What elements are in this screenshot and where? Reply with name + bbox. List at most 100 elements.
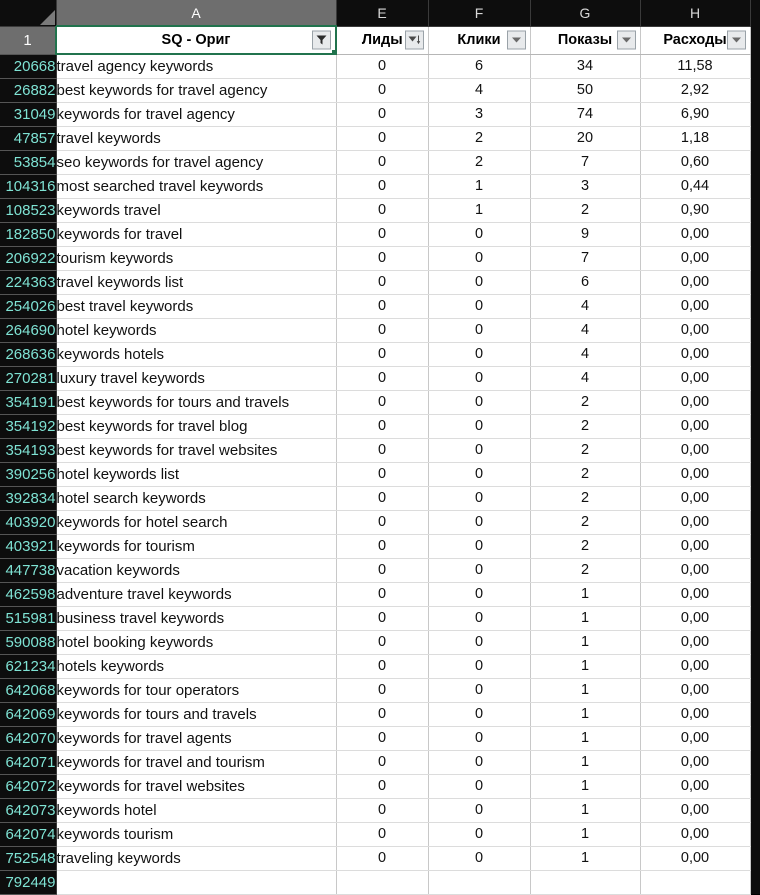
cell-e[interactable] [336,870,429,895]
cell-f[interactable]: 2 [428,150,531,175]
row-header[interactable]: 53854 [0,150,57,175]
table-row[interactable]: 462598 adventure travel keywords 0 0 1 0,00 [0,582,760,607]
cell-f[interactable]: 0 [428,846,531,871]
cell-h[interactable]: 0,00 [640,414,751,439]
cell-e[interactable]: 0 [336,366,429,391]
cell-a[interactable]: keywords for travel websites [56,774,337,799]
chevron-down-icon[interactable] [506,30,526,50]
cell-a[interactable]: tourism keywords [56,246,337,271]
table-row[interactable]: 254026 best travel keywords 0 0 4 0,00 [0,294,760,319]
table-row[interactable]: 26882 best keywords for travel agency 0 4 50… [0,78,760,103]
select-all-corner[interactable] [0,0,57,27]
cell-f[interactable]: 0 [428,318,531,343]
cell-f[interactable]: 0 [428,822,531,847]
cell-e[interactable]: 0 [336,726,429,751]
row-header[interactable]: 108523 [0,198,57,223]
row-header[interactable]: 354192 [0,414,57,439]
row-header[interactable]: 590088 [0,630,57,655]
cell-f[interactable]: 0 [428,414,531,439]
cell-f[interactable]: 3 [428,102,531,127]
cell-h[interactable]: 0,00 [640,294,751,319]
table-row[interactable]: 752548 traveling keywords 0 0 1 0,00 [0,846,760,871]
cell-e[interactable]: 0 [336,150,429,175]
cell-e[interactable]: 0 [336,246,429,271]
cell-a[interactable]: hotel booking keywords [56,630,337,655]
cell-e[interactable]: 0 [336,198,429,223]
cell-e[interactable]: 0 [336,78,429,103]
cell-e[interactable]: 0 [336,390,429,415]
cell-h[interactable]: 0,00 [640,462,751,487]
table-row[interactable]: 47857 travel keywords 0 2 20 1,18 [0,126,760,151]
chevron-down-icon[interactable] [726,30,746,50]
cell-h[interactable]: 0,00 [640,342,751,367]
table-row[interactable]: 390256 hotel keywords list 0 0 2 0,00 [0,462,760,487]
header-cell-h[interactable]: Расходы [640,26,751,55]
table-row[interactable]: 403920 keywords for hotel search 0 0 2 0,00 [0,510,760,535]
row-header[interactable]: 224363 [0,270,57,295]
cell-g[interactable]: 20 [530,126,641,151]
column-header-e[interactable]: E [336,0,429,27]
cell-h[interactable]: 0,00 [640,246,751,271]
cell-h[interactable]: 0,00 [640,846,751,871]
cell-f[interactable]: 0 [428,462,531,487]
cell-a[interactable]: keywords hotels [56,342,337,367]
cell-f[interactable]: 0 [428,798,531,823]
table-row[interactable]: 270281 luxury travel keywords 0 0 4 0,00 [0,366,760,391]
cell-g[interactable]: 4 [530,294,641,319]
cell-g[interactable] [530,870,641,895]
cell-a[interactable]: adventure travel keywords [56,582,337,607]
cell-f[interactable]: 0 [428,606,531,631]
table-row[interactable]: 354191 best keywords for tours and travel… [0,390,760,415]
cell-f[interactable]: 0 [428,366,531,391]
cell-a[interactable] [56,870,337,895]
cell-f[interactable]: 0 [428,774,531,799]
cell-g[interactable]: 2 [530,462,641,487]
cell-f[interactable]: 0 [428,654,531,679]
cell-f[interactable]: 0 [428,222,531,247]
table-row[interactable]: 104316 most searched travel keywords 0 1 3 0,… [0,174,760,199]
cell-g[interactable]: 1 [530,726,641,751]
cell-g[interactable]: 2 [530,558,641,583]
cell-h[interactable]: 0,00 [640,774,751,799]
cell-h[interactable]: 0,00 [640,438,751,463]
header-cell-g[interactable]: Показы [530,26,641,55]
cell-a[interactable]: hotel keywords list [56,462,337,487]
row-header[interactable]: 642069 [0,702,57,727]
cell-a[interactable]: best keywords for travel blog [56,414,337,439]
cell-g[interactable]: 4 [530,366,641,391]
cell-a[interactable]: keywords tourism [56,822,337,847]
cell-f[interactable]: 4 [428,78,531,103]
table-row[interactable]: 515981 business travel keywords 0 0 1 0,00 [0,606,760,631]
cell-e[interactable]: 0 [336,750,429,775]
cell-e[interactable]: 0 [336,174,429,199]
column-header-a[interactable]: A [56,0,337,27]
table-row[interactable]: 108523 keywords travel 0 1 2 0,90 [0,198,760,223]
row-header[interactable]: 515981 [0,606,57,631]
cell-a[interactable]: keywords for travel agents [56,726,337,751]
cell-g[interactable]: 1 [530,678,641,703]
cell-g[interactable]: 1 [530,582,641,607]
cell-h[interactable]: 0,00 [640,798,751,823]
cell-g[interactable]: 7 [530,246,641,271]
row-header[interactable]: 642074 [0,822,57,847]
cell-g[interactable]: 3 [530,174,641,199]
cell-f[interactable]: 0 [428,294,531,319]
cell-f[interactable]: 0 [428,558,531,583]
row-header[interactable]: 642073 [0,798,57,823]
cell-f[interactable]: 0 [428,342,531,367]
cell-g[interactable]: 2 [530,534,641,559]
row-header[interactable]: 206922 [0,246,57,271]
row-header[interactable]: 47857 [0,126,57,151]
table-row[interactable]: 224363 travel keywords list 0 0 6 0,00 [0,270,760,295]
cell-e[interactable]: 0 [336,102,429,127]
cell-g[interactable]: 2 [530,486,641,511]
row-header[interactable]: 354191 [0,390,57,415]
cell-g[interactable]: 1 [530,654,641,679]
cell-a[interactable]: keywords hotel [56,798,337,823]
cell-e[interactable]: 0 [336,582,429,607]
table-row[interactable]: 642069 keywords for tours and travels 0 0 1 0… [0,702,760,727]
table-row[interactable]: 642073 keywords hotel 0 0 1 0,00 [0,798,760,823]
cell-h[interactable]: 0,00 [640,750,751,775]
row-header[interactable]: 264690 [0,318,57,343]
cell-f[interactable]: 0 [428,510,531,535]
